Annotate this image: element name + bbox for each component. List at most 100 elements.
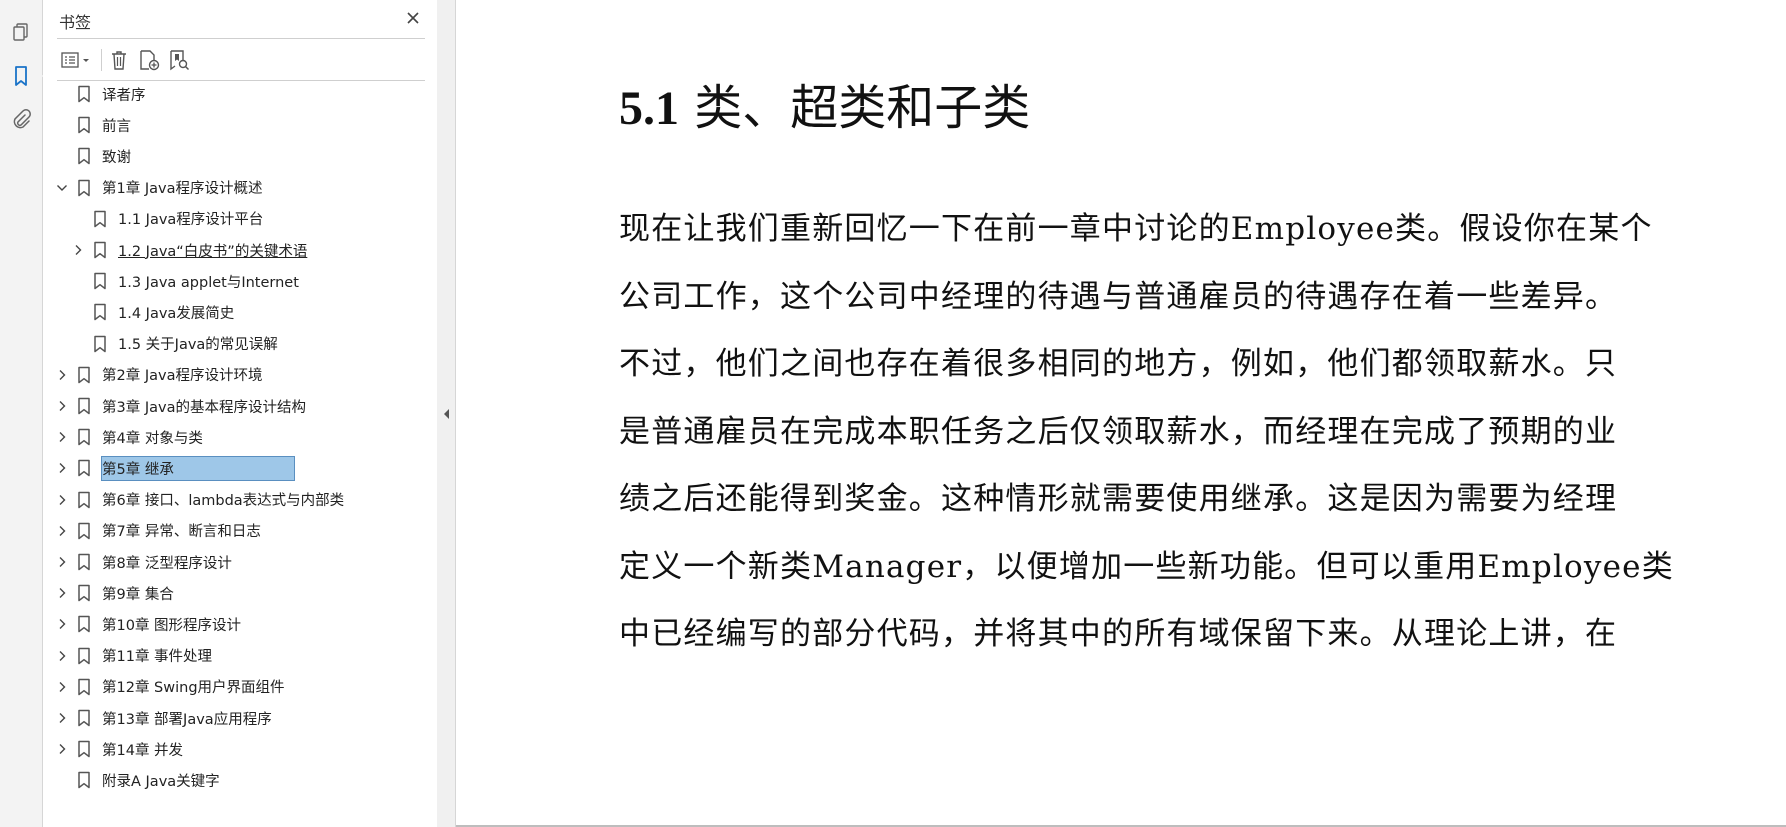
chevron-right-icon[interactable] [70, 242, 86, 258]
bookmark-icon [76, 678, 92, 696]
bookmark-icon [76, 366, 92, 384]
delete-bookmark-button[interactable] [105, 46, 133, 74]
bookmark-icon [76, 740, 92, 758]
paragraph-line: 是普通雇员在完成本职任务之后仅领取薪水，而经理在完成了预期的业 [619, 413, 1618, 450]
chevron-right-icon[interactable] [54, 367, 70, 383]
options-menu-button[interactable] [57, 46, 97, 74]
bookmark-icon [76, 771, 92, 789]
bookmark-label: 致谢 [102, 149, 131, 166]
chevron-right-icon[interactable] [54, 554, 70, 570]
chevron-right-icon[interactable] [54, 398, 70, 414]
paragraph-line: 公司工作，这个公司中经理的待遇与普通雇员的待遇存在着一些差异。 [619, 278, 1618, 315]
bookmark-item[interactable]: 第7章 异常、断言和日志 [54, 519, 261, 543]
bookmark-label: 第2章 Java程序设计环境 [102, 368, 263, 385]
bookmark-label: 第9章 集合 [102, 586, 174, 603]
bookmark-label: 第11章 事件处理 [102, 649, 213, 666]
body-paragraph: 现在让我们重新回忆一下在前一章中讨论的Employee类。假设你在某个 公司工作，… [619, 196, 1679, 669]
paragraph-line: 定义一个新类Manager，以便增加一些新功能。但可以重用Employee类 [619, 548, 1674, 585]
bookmark-label: 第7章 异常、断言和日志 [102, 524, 261, 541]
bookmark-icon [92, 210, 108, 228]
bookmark-item[interactable]: 第12章 Swing用户界面组件 [54, 675, 285, 699]
bookmarks-icon[interactable] [7, 62, 50, 90]
chevron-right-icon[interactable] [54, 429, 70, 445]
bookmark-label: 第13章 部署Java应用程序 [102, 711, 272, 728]
bookmark-icon [92, 335, 108, 353]
close-panel-button[interactable] [401, 6, 425, 30]
bookmark-item[interactable]: 译者序 [54, 82, 146, 106]
bookmark-icon [76, 179, 92, 197]
bookmark-item[interactable]: 1.4 Java发展简史 [70, 300, 234, 324]
bookmark-label: 第12章 Swing用户界面组件 [102, 680, 285, 697]
options-menu-icon [61, 52, 89, 68]
page-thumbnails-icon[interactable] [7, 18, 35, 46]
bookmark-icon [76, 584, 92, 602]
bookmark-item[interactable]: 第2章 Java程序设计环境 [54, 363, 262, 387]
bookmarks-panel: 书签 译者序前言致谢第1章 Java程序设计概述 1.1 Java程序设计平台 1.… [43, 0, 438, 827]
document-page: 5.1 类、超类和子类 现在让我们重新回忆一下在前一章中讨论的Employee类… [456, 0, 1786, 827]
chevron-right-icon[interactable] [54, 585, 70, 601]
chevron-right-icon[interactable] [54, 710, 70, 726]
delete-bookmark-icon [112, 51, 126, 70]
bookmark-item[interactable]: 第5章 继承 [54, 455, 295, 481]
paragraph-line: 不过，他们之间也存在着很多相同的地方，例如，他们都领取薪水。只 [619, 346, 1618, 382]
bookmark-item[interactable]: 1.5 关于Java的常见误解 [70, 332, 278, 356]
bookmark-icon [92, 241, 108, 259]
bookmark-item[interactable]: 第11章 事件处理 [54, 644, 212, 668]
bookmark-icon [76, 491, 92, 509]
bookmark-item[interactable]: 前言 [54, 113, 131, 137]
close-icon [407, 12, 419, 24]
bookmark-item[interactable]: 附录A Java关键字 [54, 768, 220, 792]
section-title: 类、超类和子类 [694, 80, 1031, 136]
panel-collapse-handle[interactable] [437, 0, 456, 827]
paragraph-line: 现在让我们重新回忆一下在前一章中讨论的Employee类。假设你在某个 [619, 211, 1653, 247]
toolbar-divider [57, 80, 425, 81]
bookmark-item[interactable]: 致谢 [54, 144, 131, 168]
bookmark-item[interactable]: 第3章 Java的基本程序设计结构 [54, 394, 306, 418]
bookmark-search-button[interactable] [165, 46, 193, 74]
new-bookmark-icon [140, 50, 160, 71]
bookmark-item[interactable]: 第10章 图形程序设计 [54, 612, 241, 636]
bookmark-item[interactable]: 第8章 泛型程序设计 [54, 550, 232, 574]
bookmark-label: 附录A Java关键字 [102, 773, 220, 790]
paragraph-line: 中已经编写的部分代码，并将其中的所有域保留下来。从理论上讲，在 [619, 616, 1618, 652]
bookmark-item[interactable]: 1.1 Java程序设计平台 [70, 207, 263, 231]
panel-title: 书签 [59, 13, 92, 32]
section-number: 5.1 [619, 82, 679, 135]
chevron-right-icon[interactable] [54, 523, 70, 539]
bookmark-icon [76, 147, 92, 165]
bookmark-item[interactable]: 第9章 集合 [54, 581, 174, 605]
chevron-right-icon[interactable] [54, 648, 70, 664]
bookmark-item[interactable]: 1.2 Java“白皮书”的关键术语 [70, 238, 307, 262]
bookmark-label: 第5章 继承 [101, 455, 295, 481]
bookmark-icon [76, 553, 92, 571]
bookmark-item[interactable]: 第14章 并发 [54, 737, 183, 761]
bookmark-label: 第1章 Java程序设计概述 [102, 181, 263, 198]
bookmark-item[interactable]: 第1章 Java程序设计概述 [54, 176, 262, 200]
attachments-icon[interactable] [7, 106, 35, 134]
chevron-down-icon[interactable] [54, 180, 70, 196]
panel-divider [57, 38, 425, 39]
bookmark-icon [76, 522, 92, 540]
chevron-right-icon[interactable] [54, 492, 70, 508]
bookmark-item[interactable]: 第6章 接口、lambda表达式与内部类 [54, 488, 344, 512]
bookmark-label: 1.2 Java“白皮书”的关键术语 [118, 243, 308, 260]
new-bookmark-button[interactable] [135, 46, 163, 74]
chevron-right-icon[interactable] [54, 460, 70, 476]
bookmark-icon [92, 303, 108, 321]
bookmark-item[interactable]: 第13章 部署Java应用程序 [54, 706, 272, 730]
bookmark-label: 第8章 泛型程序设计 [102, 555, 232, 572]
bookmark-label: 1.1 Java程序设计平台 [118, 212, 264, 229]
paragraph-line: 绩之后还能得到奖金。这种情形就需要使用继承。这是因为需要为经理 [619, 481, 1618, 517]
chevron-right-icon[interactable] [54, 616, 70, 632]
bookmark-icon [76, 615, 92, 633]
bookmark-item[interactable]: 第4章 对象与类 [54, 425, 203, 449]
bookmark-icon [76, 459, 92, 477]
chevron-right-icon[interactable] [54, 679, 70, 695]
chevron-right-icon[interactable] [54, 741, 70, 757]
bookmark-item[interactable]: 1.3 Java applet与Internet [70, 269, 299, 293]
